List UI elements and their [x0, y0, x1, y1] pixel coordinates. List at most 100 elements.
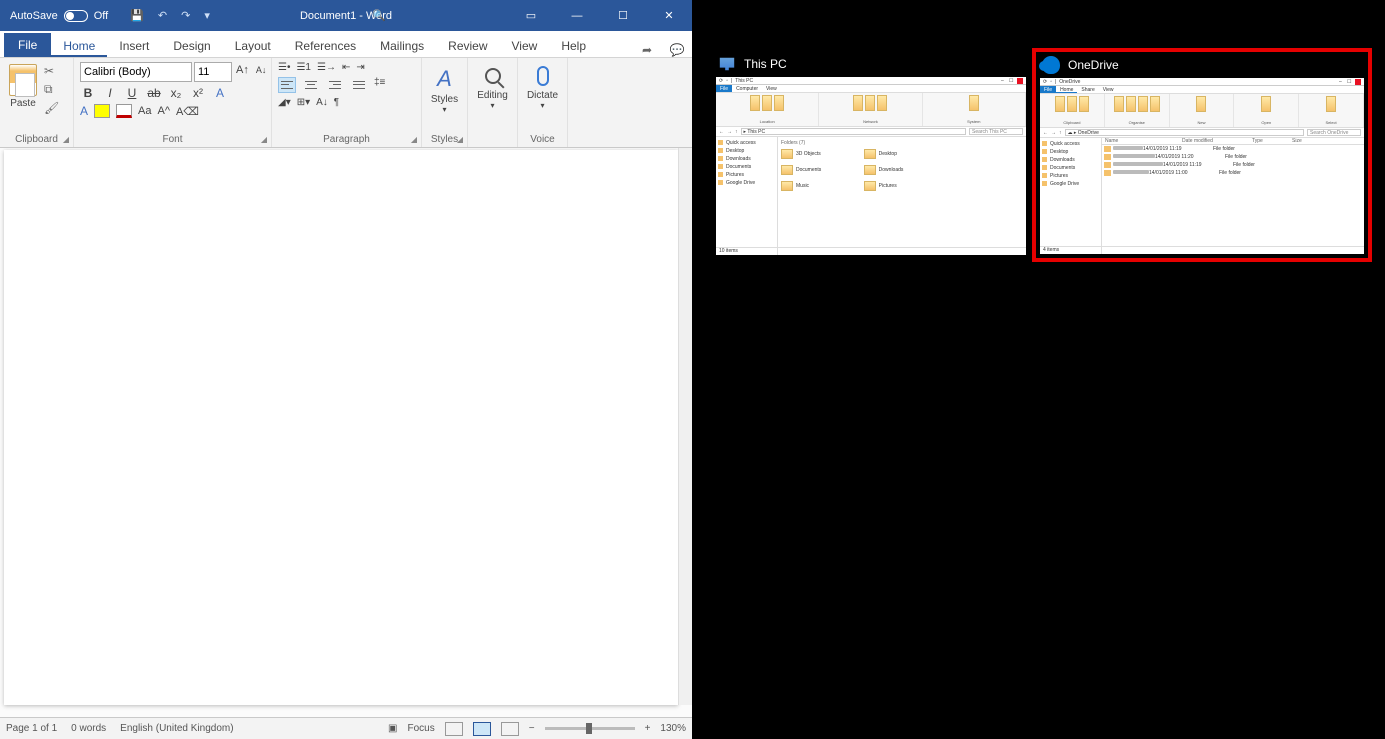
font-size-combo[interactable]	[194, 62, 232, 82]
tab-layout[interactable]: Layout	[223, 34, 283, 57]
shrink-font-icon[interactable]: A↓	[253, 62, 270, 82]
undo-icon[interactable]: ↶	[158, 9, 167, 22]
sort-button[interactable]: A↓	[316, 97, 328, 108]
document-page[interactable]	[4, 150, 678, 705]
font-name-combo[interactable]	[80, 62, 192, 82]
web-layout-button[interactable]	[501, 722, 519, 736]
format-painter-icon[interactable]: 🖌	[44, 101, 59, 115]
clear-formatting-icon[interactable]: A⌫	[176, 105, 199, 118]
copy-icon[interactable]: ⧉	[44, 82, 59, 97]
read-mode-button[interactable]	[445, 722, 463, 736]
tab-insert[interactable]: Insert	[107, 34, 161, 57]
tab-mailings[interactable]: Mailings	[368, 34, 436, 57]
line-spacing-button[interactable]: ‡≡	[374, 77, 385, 93]
align-left-button[interactable]	[278, 77, 296, 93]
tab-file[interactable]: File	[4, 33, 51, 57]
thumbnail-onedrive[interactable]: OneDrive ⟳▫|OneDrive –☐ File Home Share …	[1032, 48, 1372, 262]
status-words[interactable]: 0 words	[71, 723, 106, 734]
tab-design[interactable]: Design	[161, 34, 222, 57]
comments-button[interactable]: 💬	[662, 43, 692, 57]
autosave-toggle[interactable]: AutoSave Off	[0, 10, 118, 22]
bullets-button[interactable]: ☰•	[278, 62, 290, 73]
grow-font-icon-2[interactable]: A^	[157, 105, 170, 117]
thumbnail-onedrive-body: ⟳▫|OneDrive –☐ File Home Share View Clip…	[1040, 78, 1364, 254]
cut-icon[interactable]: ✂	[44, 64, 59, 78]
bold-button[interactable]: B	[80, 86, 96, 100]
zoom-percent[interactable]: 130%	[660, 723, 686, 734]
word-window: AutoSave Off 💾 ↶ ↷ ▾ Document1 - Word 🔍 …	[0, 0, 692, 739]
thumbnail-onedrive-header: OneDrive	[1040, 56, 1364, 74]
decrease-indent-button[interactable]: ⇤	[342, 62, 350, 73]
styles-launcher-icon[interactable]: ◢	[457, 135, 463, 144]
focus-mode-icon[interactable]: ▣	[388, 723, 397, 734]
grow-font-icon[interactable]: A↑	[234, 62, 251, 82]
status-lang[interactable]: English (United Kingdom)	[120, 723, 233, 734]
tab-help[interactable]: Help	[549, 34, 598, 57]
print-layout-button[interactable]	[473, 722, 491, 736]
dictate-btn-label: Dictate	[524, 90, 561, 101]
mic-icon	[537, 66, 549, 86]
tab-references[interactable]: References	[283, 34, 368, 57]
group-paragraph-label: Paragraph	[272, 134, 421, 145]
styles-button[interactable]: A Styles ▾	[428, 62, 461, 114]
zoom-slider[interactable]	[545, 727, 635, 730]
zoom-out-button[interactable]: −	[529, 723, 535, 734]
paste-label: Paste	[6, 98, 40, 109]
paragraph-launcher-icon[interactable]: ◢	[411, 135, 417, 144]
thumbnail-thispc[interactable]: This PC ⟳▫|This PC –☐ File Computer View…	[716, 55, 1026, 255]
tab-review[interactable]: Review	[436, 34, 499, 57]
shading-button[interactable]: ◢▾	[278, 97, 291, 108]
group-voice: Dictate ▾ Voice	[518, 58, 568, 147]
document-area: Page 1 of 1 0 words English (United King…	[0, 148, 692, 739]
borders-button[interactable]: ⊞▾	[297, 97, 310, 108]
share-button[interactable]: ➦	[632, 43, 662, 57]
font-color-button[interactable]	[116, 104, 132, 118]
group-font: A↑ A↓ B I U ab x₂ x² A A Aa A^	[74, 58, 272, 147]
find-icon	[485, 68, 501, 84]
numbering-button[interactable]: ☰1	[296, 62, 311, 73]
paste-button[interactable]: Paste	[6, 62, 40, 109]
subscript-button[interactable]: x₂	[168, 86, 184, 100]
tab-home[interactable]: Home	[51, 34, 107, 57]
group-paragraph: ☰• ☰1 ☰→ ⇤ ⇥ ‡≡ ◢▾ ⊞▾ A↓ ¶	[272, 58, 422, 147]
ribbon: Paste ✂ ⧉ 🖌 Clipboard ◢ A↑ A↓	[0, 58, 692, 148]
highlight-color-button[interactable]	[94, 104, 110, 118]
zoom-in-button[interactable]: +	[645, 723, 651, 734]
align-right-button[interactable]	[326, 77, 344, 93]
onedrive-icon	[1042, 56, 1060, 74]
clipboard-launcher-icon[interactable]: ◢	[63, 135, 69, 144]
ribbon-display-icon[interactable]: ▭	[508, 0, 554, 31]
word-titlebar: AutoSave Off 💾 ↶ ↷ ▾ Document1 - Word 🔍 …	[0, 0, 692, 31]
underline-button[interactable]: U	[124, 86, 140, 100]
tab-view[interactable]: View	[500, 34, 550, 57]
status-page[interactable]: Page 1 of 1	[6, 723, 57, 734]
status-bar: Page 1 of 1 0 words English (United King…	[0, 717, 692, 739]
show-marks-button[interactable]: ¶	[334, 97, 339, 108]
superscript-button[interactable]: x²	[190, 86, 206, 100]
status-focus[interactable]: Focus	[408, 723, 435, 734]
font-launcher-icon[interactable]: ◢	[261, 135, 267, 144]
italic-button[interactable]: I	[102, 86, 118, 100]
editing-button[interactable]: Editing ▾	[474, 62, 511, 110]
dictate-button[interactable]: Dictate ▾	[524, 62, 561, 110]
editing-btn-label: Editing	[474, 90, 511, 101]
search-icon[interactable]: 🔍	[372, 9, 386, 22]
vertical-scrollbar[interactable]	[678, 148, 692, 705]
group-font-label: Font	[74, 134, 271, 145]
redo-icon[interactable]: ↷	[181, 9, 190, 22]
increase-indent-button[interactable]: ⇥	[356, 62, 364, 73]
styles-icon: A	[433, 66, 457, 90]
align-center-button[interactable]	[302, 77, 320, 93]
qat-customize-icon[interactable]: ▾	[204, 9, 210, 22]
strikethrough-button[interactable]: ab	[146, 86, 162, 100]
font-color-icon-A[interactable]: A	[80, 104, 88, 118]
change-case-button[interactable]: Aa	[138, 105, 151, 117]
minimize-button[interactable]: —	[554, 0, 600, 31]
justify-button[interactable]	[350, 77, 368, 93]
text-effects-icon[interactable]: A	[212, 86, 228, 100]
window-controls: ▭ — ☐ ✕	[508, 0, 692, 31]
maximize-button[interactable]: ☐	[600, 0, 646, 31]
close-button[interactable]: ✕	[646, 0, 692, 31]
save-icon[interactable]: 💾	[130, 9, 144, 22]
multilevel-button[interactable]: ☰→	[317, 62, 336, 73]
